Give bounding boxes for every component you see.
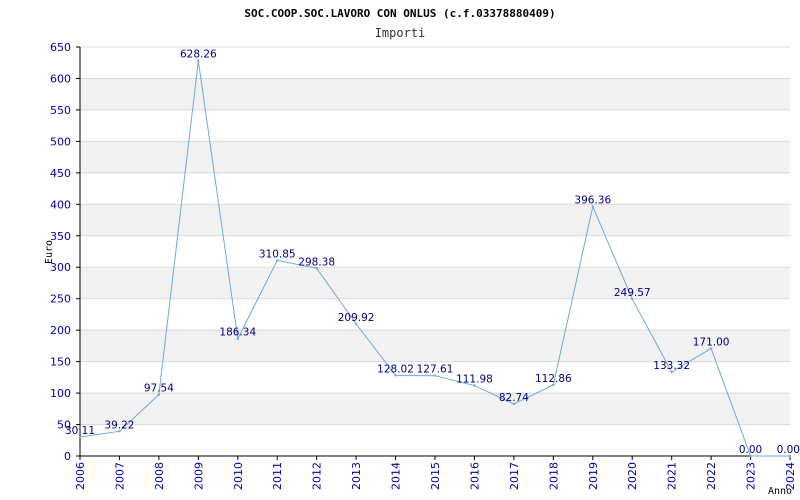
line-chart: SOC.COOP.SOC.LAVORO CON ONLUS (c.f.03378… [44,7,800,497]
data-label: 209.92 [338,312,375,324]
x-tick-label: 2017 [508,462,521,490]
y-tick-label: 400 [50,198,71,211]
y-tick-label: 0 [64,450,71,463]
x-tick-label: 2007 [113,462,126,490]
y-tick-label: 550 [50,104,71,117]
data-label: 0.00 [739,444,762,456]
chart-subtitle: Importi [375,26,426,40]
data-label: 298.38 [298,256,335,268]
grid-band [80,393,790,425]
y-tick-label: 500 [50,135,71,148]
x-tick-label: 2010 [232,462,245,490]
data-label: 82.74 [499,392,529,404]
data-label: 628.26 [180,49,217,61]
data-label: 186.34 [219,327,256,339]
x-tick-label: 2021 [666,462,679,490]
x-tick-label: 2018 [547,462,560,490]
data-label: 396.36 [574,195,611,207]
y-tick-label: 250 [50,293,71,306]
y-tick-label: 150 [50,356,71,369]
grid-band [80,267,790,299]
x-tick-label: 2009 [192,462,205,490]
x-tick-labels: 2006 2007 2008 2009 2010 2011 2012 2013 2014 2015… [74,462,797,490]
y-tick-label: 650 [50,41,71,54]
data-label: 127.61 [417,364,454,376]
x-tick-label: 2011 [271,462,284,490]
data-label: 39.22 [104,419,134,431]
data-label: 112.86 [535,373,572,385]
y-axis-label: Euro [44,240,55,264]
grid-band [80,330,790,362]
x-tick-label: 2013 [350,462,363,490]
x-tick-label: 2008 [153,462,166,490]
x-tick-label: 2016 [468,462,481,490]
grid-band [80,78,790,110]
y-tick-label: 200 [50,324,71,337]
data-label: 171.00 [693,336,730,348]
chart-title: SOC.COOP.SOC.LAVORO CON ONLUS (c.f.03378… [244,7,555,20]
y-tick-label: 600 [50,72,71,85]
data-label: 128.02 [377,363,414,375]
data-label: 97.54 [144,383,174,395]
x-tick-label: 2022 [705,462,718,490]
x-tick-label: 2014 [390,462,403,490]
x-tick-label: 2012 [311,462,324,490]
data-label: 133.32 [653,360,690,372]
x-tick-label: 2019 [587,462,600,490]
x-tick-label: 2020 [626,462,639,490]
y-tick-label: 450 [50,167,71,180]
data-label: 111.98 [456,374,493,386]
x-tick-label: 2015 [429,462,442,490]
y-tick-label: 100 [50,387,71,400]
data-label: 30.11 [65,425,95,437]
x-tick-label: 2006 [74,462,87,490]
data-label: 249.57 [614,287,651,299]
chart-container: SOC.COOP.SOC.LAVORO CON ONLUS (c.f.03378… [0,0,800,500]
x-tick-label: 2023 [745,462,758,490]
x-axis-label: Anno [768,486,792,497]
data-label: 0.00 [777,444,800,456]
data-label: 310.85 [259,248,296,260]
grid-band [80,204,790,236]
